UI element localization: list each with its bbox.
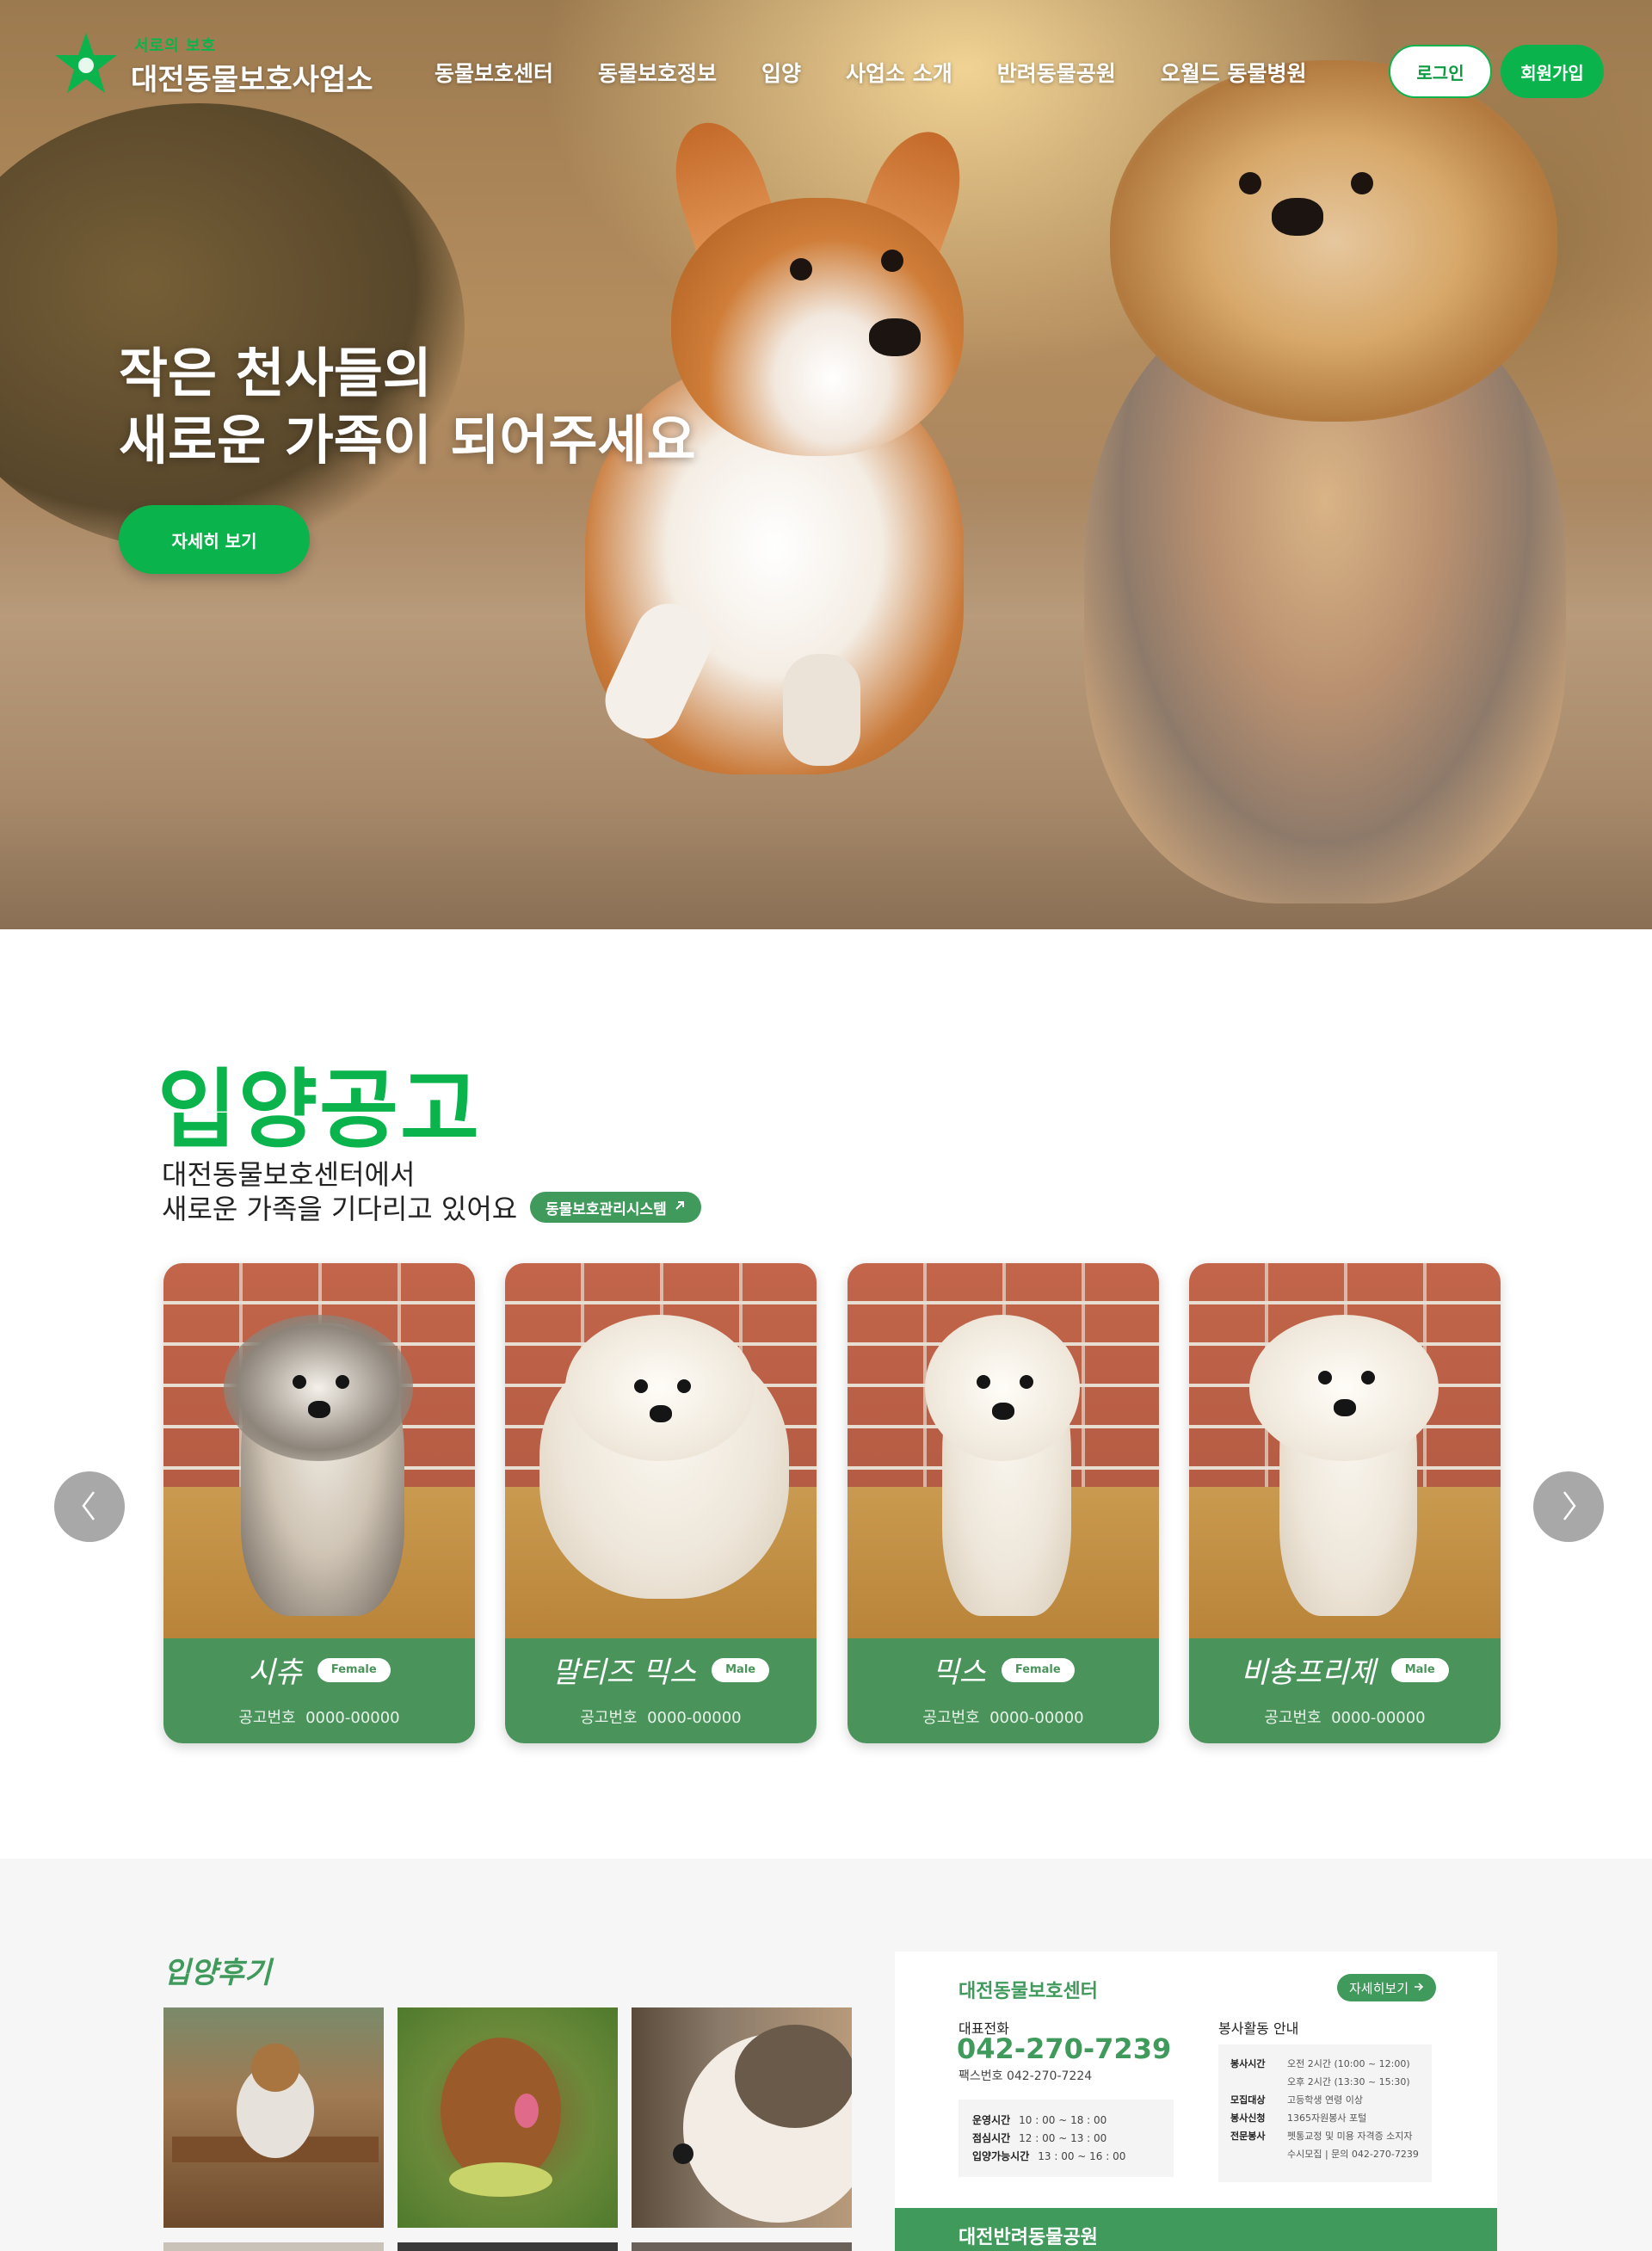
notice-number: 공고번호 0000-00000 xyxy=(922,1709,1084,1727)
dog-photo xyxy=(1189,1263,1501,1638)
review-thumbnail[interactable] xyxy=(163,2242,384,2251)
carousel-next-button[interactable] xyxy=(1533,1471,1604,1542)
review-thumbnail[interactable] xyxy=(398,2242,618,2251)
card-info: 믹스 Female 공고번호 0000-00000 xyxy=(848,1638,1159,1743)
notice-number: 공고번호 0000-00000 xyxy=(1264,1709,1426,1727)
nav-item-pet-park[interactable]: 반려동물공원 xyxy=(997,57,1116,88)
volunteer-info: 봉사시간 오전 2시간 (10:00 ~ 12:00) 오후 2시간 (13:30… xyxy=(1218,2044,1432,2182)
park-title: 대전반려동물공원 xyxy=(959,2227,1098,2248)
center-more-button[interactable]: 자세히보기 xyxy=(1337,1974,1437,2001)
yorkie-nose xyxy=(1272,198,1323,236)
hero-more-button[interactable]: 자세히 보기 xyxy=(119,505,310,574)
volunteer-title: 봉사활동 안내 xyxy=(1218,2020,1299,2037)
main-nav: 동물보호센터 동물보호정보 입양 사업소 소개 반려동물공원 오월드 동물병원 xyxy=(435,57,1307,88)
adoption-card[interactable]: 믹스 Female 공고번호 0000-00000 xyxy=(848,1263,1159,1743)
card-breed: 말티즈 믹스 xyxy=(552,1656,697,1690)
card-breed: 비숑프리제 xyxy=(1241,1656,1376,1690)
operating-hours: 운영시간 10 : 00 ~ 18 : 00 점심시간 12 : 00 ~ 13 :… xyxy=(959,2100,1174,2177)
notice-number: 공고번호 0000-00000 xyxy=(238,1709,400,1727)
review-title: 입양후기 xyxy=(163,1956,272,1990)
yorkie-eye xyxy=(1239,172,1261,194)
logo-name: 대전동물보호사업소 xyxy=(131,62,373,97)
adoption-carousel: 시츄 Female 공고번호 0000-00000 말티즈 믹스 Male 공고… xyxy=(163,1263,1501,1745)
adoption-description: 대전동물보호센터에서 새로운 가족을 기다리고 있어요 xyxy=(162,1158,518,1225)
sex-badge: Female xyxy=(1001,1657,1075,1682)
login-button[interactable]: 로그인 xyxy=(1389,45,1492,98)
notice-number: 공고번호 0000-00000 xyxy=(580,1709,742,1727)
card-info: 비숑프리제 Male 공고번호 0000-00000 xyxy=(1189,1638,1501,1743)
nav-item-adoption[interactable]: 입양 xyxy=(761,57,801,88)
carousel-prev-button[interactable] xyxy=(54,1471,125,1542)
sex-badge: Male xyxy=(1390,1657,1449,1682)
hero-title: 작은 천사들의 새로운 가족이 되어주세요 xyxy=(119,342,696,472)
card-breed: 시츄 xyxy=(248,1656,302,1690)
signup-button[interactable]: 회원가입 xyxy=(1501,45,1604,98)
adoption-card[interactable]: 비숑프리제 Male 공고번호 0000-00000 xyxy=(1189,1263,1501,1743)
nav-item-protection-info[interactable]: 동물보호정보 xyxy=(598,57,717,88)
nav-item-protection-center[interactable]: 동물보호센터 xyxy=(435,57,553,88)
adoption-title: 입양공고 xyxy=(157,1059,481,1160)
logo-star-icon xyxy=(50,29,122,102)
logo-subtitle: 서로의 보호 xyxy=(134,36,217,55)
site-logo[interactable]: 서로의 보호 대전동물보호사업소 xyxy=(50,29,373,102)
phone-number[interactable]: 042-270-7239 xyxy=(957,2032,1171,2065)
review-thumbnail[interactable] xyxy=(163,2007,384,2228)
review-thumbnail[interactable] xyxy=(398,2007,618,2228)
card-info: 말티즈 믹스 Male 공고번호 0000-00000 xyxy=(505,1638,817,1743)
corgi-eye xyxy=(790,258,812,281)
corgi-eye xyxy=(881,250,903,272)
sex-badge: Female xyxy=(317,1657,391,1682)
review-gallery xyxy=(163,2007,852,2251)
yorkie-eye xyxy=(1351,172,1373,194)
chevron-right-icon xyxy=(1556,1489,1581,1526)
adoption-card[interactable]: 시츄 Female 공고번호 0000-00000 xyxy=(163,1263,475,1743)
external-arrow-icon xyxy=(674,1199,686,1216)
review-thumbnail[interactable] xyxy=(632,2007,852,2228)
corgi-leg xyxy=(783,654,860,766)
card-breed: 믹스 xyxy=(932,1656,986,1690)
site-header: 서로의 보호 대전동물보호사업소 동물보호센터 동물보호정보 입양 사업소 소개… xyxy=(0,0,1652,146)
animal-system-label: 동물보호관리시스템 xyxy=(546,1200,667,1218)
dog-photo xyxy=(505,1263,817,1638)
sex-badge: Male xyxy=(712,1657,770,1682)
nav-item-oworld-hospital[interactable]: 오월드 동물병원 xyxy=(1161,57,1307,88)
fax-number: 팩스번호 042-270-7224 xyxy=(959,2069,1093,2083)
center-title: 대전동물보호센터 xyxy=(959,1981,1098,2002)
nav-item-about[interactable]: 사업소 소개 xyxy=(846,57,952,88)
dog-photo xyxy=(163,1263,475,1638)
arrow-right-icon xyxy=(1414,1980,1424,1995)
center-info-panel: 대전동물보호센터 자세히보기 대표전화 042-270-7239 팩스번호 04… xyxy=(895,1952,1497,2251)
dog-photo xyxy=(848,1263,1159,1638)
adoption-card[interactable]: 말티즈 믹스 Male 공고번호 0000-00000 xyxy=(505,1263,817,1743)
review-thumbnail[interactable] xyxy=(632,2242,852,2251)
animal-system-link[interactable]: 동물보호관리시스템 xyxy=(530,1192,701,1223)
chevron-left-icon xyxy=(77,1489,102,1526)
park-banner[interactable]: 대전반려동물공원 xyxy=(895,2208,1497,2251)
card-info: 시츄 Female 공고번호 0000-00000 xyxy=(163,1638,475,1743)
